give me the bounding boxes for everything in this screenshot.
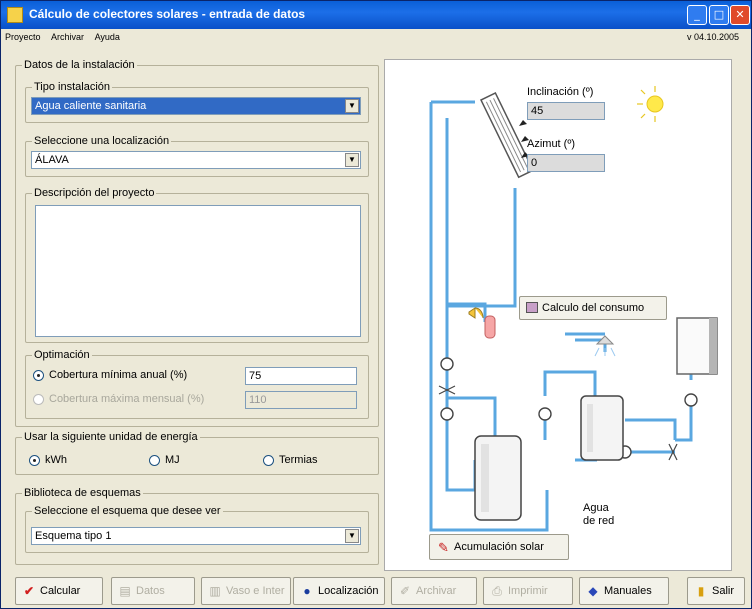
descripcion-textarea[interactable]: [35, 205, 361, 337]
salir-button[interactable]: ▮ Salir: [687, 577, 745, 605]
vaso-inter-button[interactable]: ▥ Vaso e Inter: [201, 577, 291, 605]
energia-kwh-radio[interactable]: [29, 455, 40, 466]
acumulacion-solar-button[interactable]: ✎ Acumulación solar: [429, 534, 569, 560]
globe-icon: ●: [303, 584, 311, 598]
cobertura-maxima-label: Cobertura máxima mensual (%): [49, 393, 205, 405]
localizacion-select[interactable]: ÁLAVA ▼: [31, 151, 361, 169]
datos-instalacion-legend: Datos de la instalación: [24, 59, 135, 71]
localizacion-value: ÁLAVA: [35, 154, 69, 166]
archivar-label: Archivar: [416, 585, 457, 597]
heater-unit: [676, 317, 718, 375]
localizacion-button[interactable]: ● Localización: [293, 577, 385, 605]
energia-legend: Usar la siguiente unidad de energía: [24, 431, 198, 443]
close-button[interactable]: ✕: [730, 5, 750, 25]
archivar-button[interactable]: ✐ Archivar: [391, 577, 477, 605]
esquema-legend: Seleccione el esquema que desee ver: [34, 505, 221, 517]
calculo-consumo-label: Calculo del consumo: [542, 302, 645, 314]
esquema-value: Esquema tipo 1: [35, 530, 112, 542]
chevron-down-icon[interactable]: ▼: [345, 529, 359, 543]
storage-tank: [474, 435, 522, 521]
manuales-label: Manuales: [604, 585, 652, 597]
pen-icon: ✎: [438, 540, 449, 555]
vessel-icon: ▥: [209, 584, 221, 598]
tipo-instalacion-value: Agua caliente sanitaria: [35, 100, 147, 112]
menu-bar: Proyecto Archivar Ayuda v 04.10.2005: [1, 29, 751, 45]
printer-icon: ⎙: [492, 584, 502, 598]
cobertura-minima-label: Cobertura mínima anual (%): [49, 369, 188, 381]
tipo-instalacion-select[interactable]: Agua caliente sanitaria ▼: [31, 97, 361, 115]
descripcion-legend: Descripción del proyecto: [34, 187, 155, 199]
inclinacion-input[interactable]: 45: [527, 102, 605, 120]
datos-button[interactable]: ▤ Datos: [111, 577, 195, 605]
energia-kwh-label: kWh: [45, 454, 67, 466]
app-icon: [7, 7, 23, 23]
pump-group-icon: [468, 307, 496, 339]
title-bar: Cálculo de colectores solares - entrada …: [1, 1, 751, 29]
biblioteca-legend: Biblioteca de esquemas: [24, 487, 141, 499]
book-icon: ◆: [588, 584, 598, 598]
optimacion-legend: Optimación: [34, 349, 90, 361]
window-title: Cálculo de colectores solares - entrada …: [29, 7, 306, 21]
menu-proyecto[interactable]: Proyecto: [5, 29, 41, 45]
inclinacion-label: Inclinación (º): [527, 86, 594, 98]
door-exit-icon: ▮: [697, 584, 705, 598]
tipo-instalacion-legend: Tipo instalación: [34, 81, 111, 93]
localizacion-label: Localización: [318, 585, 379, 597]
energia-mj-label: MJ: [165, 454, 180, 466]
agua-red-label: de red: [583, 515, 615, 527]
menu-archivar[interactable]: Archivar: [51, 29, 84, 45]
cobertura-minima-radio[interactable]: [33, 370, 44, 381]
vaso-inter-label: Vaso e Inter: [226, 585, 285, 597]
save-icon: ✐: [399, 584, 411, 598]
energia-group: Usar la siguiente unidad de energía: [15, 431, 379, 475]
energia-termias-radio[interactable]: [263, 455, 274, 466]
energia-mj-radio[interactable]: [149, 455, 160, 466]
datos-label: Datos: [136, 585, 165, 597]
menu-ayuda[interactable]: Ayuda: [95, 29, 120, 45]
energia-termias-label: Termias: [279, 454, 318, 466]
localizacion-legend: Seleccione una localización: [34, 135, 170, 147]
minimize-button[interactable]: _: [687, 5, 707, 25]
cobertura-maxima-radio[interactable]: [33, 394, 44, 405]
imprimir-button[interactable]: ⎙ Imprimir: [483, 577, 573, 605]
main-window: Cálculo de colectores solares - entrada …: [0, 0, 752, 609]
manuales-button[interactable]: ◆ Manuales: [579, 577, 669, 605]
secondary-tank: [580, 395, 624, 461]
schema-diagram: Inclinación (º) 45 Azimut (º) 0 Calculo …: [384, 59, 732, 571]
chevron-down-icon[interactable]: ▼: [345, 99, 359, 113]
imprimir-label: Imprimir: [508, 585, 548, 597]
agua-label: Agua: [583, 502, 609, 514]
cobertura-maxima-input[interactable]: 110: [245, 391, 357, 409]
calculo-consumo-button[interactable]: Calculo del consumo: [519, 296, 667, 320]
azimut-input[interactable]: 0: [527, 154, 605, 172]
calcular-label: Calcular: [40, 585, 81, 597]
chevron-down-icon[interactable]: ▼: [345, 153, 359, 167]
salir-label: Salir: [712, 585, 735, 597]
calcular-button[interactable]: ✔ Calcular: [15, 577, 103, 605]
sun-icon: [637, 86, 664, 122]
table-icon: [526, 302, 538, 313]
checkmark-icon: ✔: [23, 584, 35, 598]
solar-collector: [479, 91, 535, 179]
azimut-label: Azimut (º): [527, 138, 576, 150]
maximize-button[interactable]: □: [709, 5, 729, 25]
cobertura-minima-input[interactable]: 75: [245, 367, 357, 385]
esquema-select[interactable]: Esquema tipo 1 ▼: [31, 527, 361, 545]
version-label: v 04.10.2005: [686, 32, 739, 42]
acumulacion-solar-label: Acumulación solar: [454, 541, 544, 553]
document-icon: ▤: [119, 584, 131, 598]
